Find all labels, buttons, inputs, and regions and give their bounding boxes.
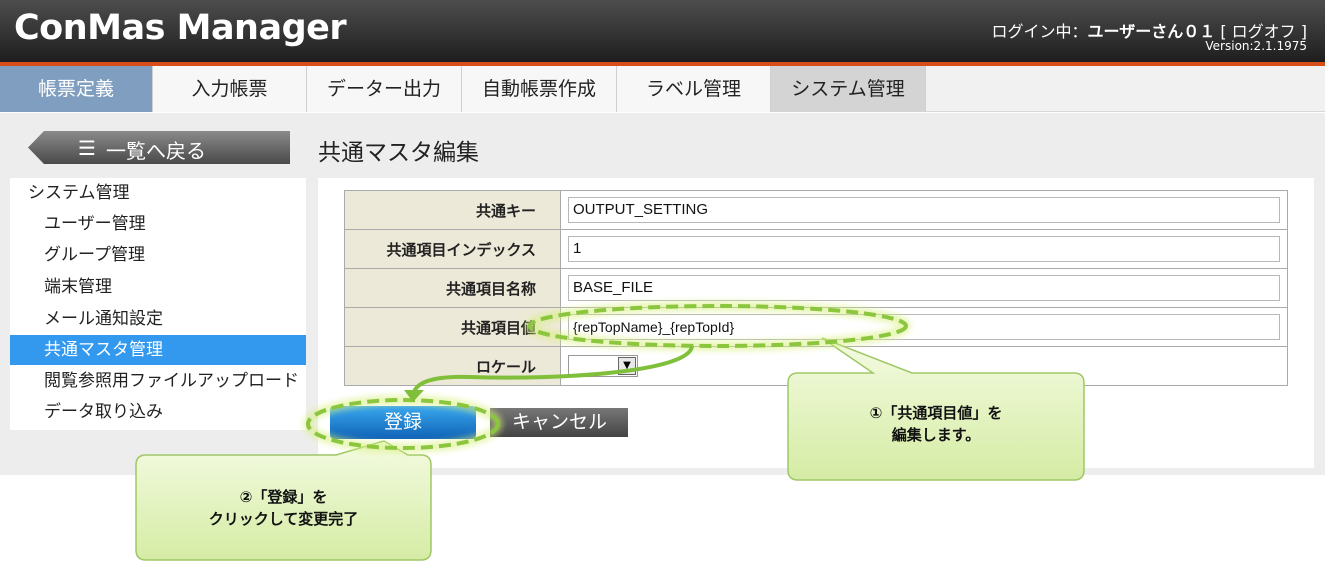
callout-register-line1: ②「登録」を <box>239 488 328 506</box>
callout-edit-line2: 編集します。 <box>891 426 981 444</box>
callout-register-text: ②「登録」を クリックして変更完了 <box>136 486 431 530</box>
callout-edit-line1: ①「共通項目値」を <box>869 404 1003 422</box>
flow-arrow <box>412 345 694 393</box>
callout-register-line2: クリックして変更完了 <box>208 510 359 528</box>
callout-edit-text: ①「共通項目値」を 編集します。 <box>788 402 1084 446</box>
